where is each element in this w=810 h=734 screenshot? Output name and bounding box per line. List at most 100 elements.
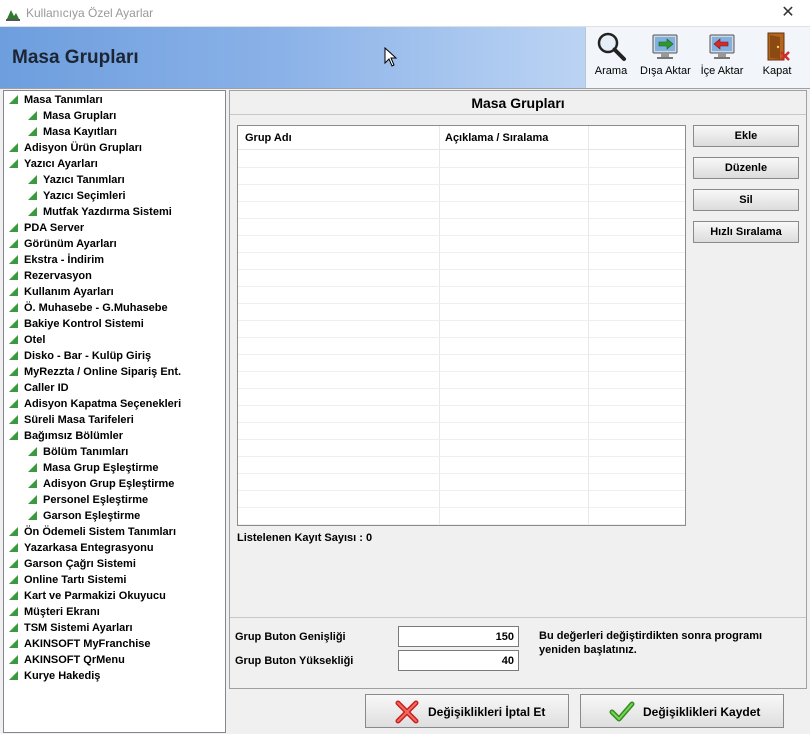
tree-node-icon xyxy=(9,303,18,312)
window-close-button[interactable]: ✕ xyxy=(766,0,810,27)
tree-item[interactable]: Süreli Masa Tarifeleri xyxy=(9,412,134,428)
tree-node-icon xyxy=(9,639,18,648)
tree-item[interactable]: Masa Tanımları xyxy=(9,92,103,108)
tree-node-icon xyxy=(28,191,37,200)
empty-row-line xyxy=(238,456,685,457)
tree-node-icon xyxy=(9,527,18,536)
add-button[interactable]: Ekle xyxy=(693,125,799,147)
tree-node-icon xyxy=(28,447,37,456)
tree-item[interactable]: Personel Eşleştirme xyxy=(28,492,148,508)
tree-node-icon xyxy=(28,463,37,472)
tree-node-icon xyxy=(9,399,18,408)
empty-row-line xyxy=(238,422,685,423)
column-divider xyxy=(439,126,440,525)
groups-table[interactable]: Grup Adı Açıklama / Sıralama xyxy=(237,125,686,526)
tree-item[interactable]: Ö. Muhasebe - G.Muhasebe xyxy=(9,300,168,316)
tree-node-icon xyxy=(28,495,37,504)
content-panel: Masa Grupları Grup Adı Açıklama / Sırala… xyxy=(229,90,807,689)
tree-node-icon xyxy=(9,591,18,600)
tree-item[interactable]: Masa Grup Eşleştirme xyxy=(28,460,159,476)
close-button[interactable]: Kapat xyxy=(760,31,794,83)
tree-item[interactable]: Kullanım Ayarları xyxy=(9,284,114,300)
tree-item[interactable]: TSM Sistemi Ayarları xyxy=(9,620,133,636)
tree-item-label: Ekstra - İndirim xyxy=(24,254,105,266)
tree-item[interactable]: Adisyon Kapatma Seçenekleri xyxy=(9,396,181,412)
tree-item[interactable]: Online Tartı Sistemi xyxy=(9,572,127,588)
tree-item-label: Ön Ödemeli Sistem Tanımları xyxy=(24,526,177,538)
tree-item[interactable]: Ön Ödemeli Sistem Tanımları xyxy=(9,524,176,540)
tree-item-label: Kullanım Ayarları xyxy=(24,286,114,298)
import-icon xyxy=(709,34,735,59)
export-button[interactable]: Dışa Aktar xyxy=(640,31,691,83)
page-header: Masa Grupları Arama Dışa Aktar İçe Aktar… xyxy=(0,27,810,89)
empty-row-line xyxy=(238,184,685,185)
button-width-label: Grup Buton Genişliği xyxy=(235,631,346,643)
tree-node-icon xyxy=(9,239,18,248)
tree-node-icon xyxy=(28,479,37,488)
tree-item[interactable]: Rezervasyon xyxy=(9,268,92,284)
tree-item[interactable]: Yazıcı Tanımları xyxy=(28,172,125,188)
tree-item[interactable]: Ekstra - İndirim xyxy=(9,252,104,268)
tree-item-label: Bakiye Kontrol Sistemi xyxy=(24,318,144,330)
tree-node-icon xyxy=(28,207,37,216)
empty-row-line xyxy=(238,252,685,253)
tree-item[interactable]: Garson Çağrı Sistemi xyxy=(9,556,136,572)
tree-item-label: Bağımsız Bölümler xyxy=(24,430,124,442)
tree-item[interactable]: Bölüm Tanımları xyxy=(28,444,128,460)
cancel-changes-label: Değişiklikleri İptal Et xyxy=(428,705,546,719)
tree-item[interactable]: Yazıcı Seçimleri xyxy=(28,188,126,204)
edit-button[interactable]: Düzenle xyxy=(693,157,799,179)
tree-item-label: Masa Grup Eşleştirme xyxy=(43,462,159,474)
empty-row-line xyxy=(238,405,685,406)
tree-item[interactable]: Mutfak Yazdırma Sistemi xyxy=(28,204,172,220)
tree-item[interactable]: Görünüm Ayarları xyxy=(9,236,117,252)
window-titlebar: Kullanıcıya Özel Ayarlar ✕ xyxy=(0,0,810,27)
column-header-group-name[interactable]: Grup Adı xyxy=(245,132,292,144)
close-label: Kapat xyxy=(762,65,792,77)
tree-item[interactable]: PDA Server xyxy=(9,220,84,236)
tree-node-icon xyxy=(9,351,18,360)
tree-item[interactable]: Kurye Hakediş xyxy=(9,668,100,684)
tree-item[interactable]: Masa Kayıtları xyxy=(28,124,117,140)
tree-item[interactable]: AKINSOFT MyFranchise xyxy=(9,636,151,652)
tree-item[interactable]: AKINSOFT QrMenu xyxy=(9,652,125,668)
column-header-description[interactable]: Açıklama / Sıralama xyxy=(445,132,548,144)
tree-item[interactable]: Yazarkasa Entegrasyonu xyxy=(9,540,154,556)
tree-item[interactable]: MyRezzta / Online Sipariş Ent. xyxy=(9,364,181,380)
red-cross-icon xyxy=(395,700,419,724)
search-button[interactable]: Arama xyxy=(594,31,628,83)
button-width-input[interactable] xyxy=(398,626,519,647)
tree-item[interactable]: Caller ID xyxy=(9,380,69,396)
empty-row-line xyxy=(238,490,685,491)
tree-item[interactable]: Garson Eşleştirme xyxy=(28,508,140,524)
tree-item[interactable]: Yazıcı Ayarları xyxy=(9,156,98,172)
tree-item-label: Bölüm Tanımları xyxy=(43,446,129,458)
tree-item[interactable]: Otel xyxy=(9,332,45,348)
tree-item[interactable]: Masa Grupları xyxy=(28,108,116,124)
tree-item[interactable]: Bağımsız Bölümler xyxy=(9,428,123,444)
tree-item[interactable]: Müşteri Ekranı xyxy=(9,604,100,620)
tree-item[interactable]: Bakiye Kontrol Sistemi xyxy=(9,316,144,332)
tree-item[interactable]: Adisyon Ürün Grupları xyxy=(9,140,142,156)
save-changes-button[interactable]: Değişiklikleri Kaydet xyxy=(580,694,784,728)
button-height-input[interactable] xyxy=(398,650,519,671)
delete-button[interactable]: Sil xyxy=(693,189,799,211)
tree-node-icon xyxy=(9,655,18,664)
tree-item-label: Yazıcı Ayarları xyxy=(24,158,98,170)
tree-node-icon xyxy=(9,287,18,296)
tree-item-label: Masa Kayıtları xyxy=(43,126,117,138)
import-button[interactable]: İçe Aktar xyxy=(698,31,746,83)
tree-item[interactable]: Kart ve Parmakizi Okuyucu xyxy=(9,588,166,604)
quick-sort-button[interactable]: Hızlı Sıralama xyxy=(693,221,799,243)
window-title: Kullanıcıya Özel Ayarlar xyxy=(26,6,154,20)
tree-item-label: Disko - Bar - Kulüp Giriş xyxy=(24,350,152,362)
tree-item[interactable]: Adisyon Grup Eşleştirme xyxy=(28,476,174,492)
empty-row-line xyxy=(238,167,685,168)
tree-item[interactable]: Disko - Bar - Kulüp Giriş xyxy=(9,348,151,364)
cancel-changes-button[interactable]: Değişiklikleri İptal Et xyxy=(365,694,569,728)
tree-node-icon xyxy=(9,671,18,680)
column-divider xyxy=(588,126,589,525)
tree-item-label: Adisyon Grup Eşleştirme xyxy=(43,478,175,490)
button-size-settings: Grup Buton Genişliği Grup Buton Yüksekli… xyxy=(230,617,806,688)
magnifier-icon xyxy=(597,32,626,61)
